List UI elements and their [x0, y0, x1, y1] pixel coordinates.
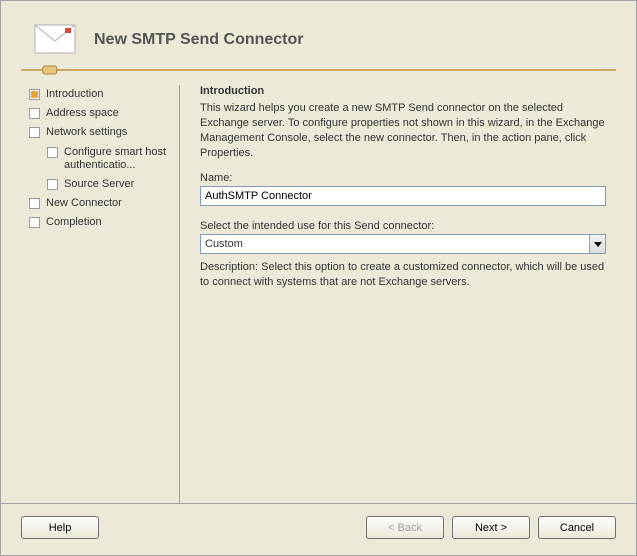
step-label: Network settings	[46, 126, 127, 139]
step-label: Introduction	[46, 88, 103, 101]
name-input[interactable]	[200, 186, 606, 206]
step-label: New Connector	[46, 197, 122, 210]
intro-text: This wizard helps you create a new SMTP …	[200, 101, 606, 160]
description-text: Description: Select this option to creat…	[200, 260, 606, 290]
step-source-server[interactable]: Source Server	[29, 175, 169, 194]
back-button[interactable]: < Back	[366, 516, 444, 539]
step-icon	[29, 217, 40, 228]
step-icon	[29, 108, 40, 119]
wizard-dialog: New SMTP Send Connector Introduction Add…	[0, 0, 637, 556]
step-address-space[interactable]: Address space	[29, 104, 169, 123]
wizard-title: New SMTP Send Connector	[94, 31, 304, 49]
step-new-connector[interactable]: New Connector	[29, 194, 169, 213]
step-configure-smart-host[interactable]: Configure smart host authenticatio...	[29, 143, 169, 175]
wizard-footer: Help < Back Next > Cancel	[1, 503, 636, 555]
step-label: Source Server	[64, 178, 134, 191]
step-introduction[interactable]: Introduction	[29, 85, 169, 104]
next-button[interactable]: Next >	[452, 516, 530, 539]
wizard-content: Introduction This wizard helps you creat…	[190, 85, 616, 503]
step-icon	[47, 179, 58, 190]
content-heading: Introduction	[200, 85, 606, 97]
vertical-divider	[179, 85, 180, 503]
step-active-icon	[29, 89, 40, 100]
cancel-button[interactable]: Cancel	[538, 516, 616, 539]
use-label: Select the intended use for this Send co…	[200, 220, 606, 232]
wizard-body: Introduction Address space Network setti…	[1, 75, 636, 503]
help-button[interactable]: Help	[21, 516, 99, 539]
envelope-icon	[31, 21, 79, 59]
name-label: Name:	[200, 172, 606, 184]
wizard-sidebar: Introduction Address space Network setti…	[29, 85, 169, 503]
use-select-value: Custom	[201, 238, 589, 250]
step-icon	[29, 198, 40, 209]
step-icon	[47, 147, 58, 158]
header-divider	[21, 65, 616, 75]
chevron-down-icon	[589, 235, 605, 253]
step-label: Address space	[46, 107, 119, 120]
step-network-settings[interactable]: Network settings	[29, 123, 169, 142]
use-select[interactable]: Custom	[200, 234, 606, 254]
step-label: Configure smart host authenticatio...	[64, 146, 169, 172]
wizard-header: New SMTP Send Connector	[1, 1, 636, 59]
step-completion[interactable]: Completion	[29, 213, 169, 232]
step-icon	[29, 127, 40, 138]
step-label: Completion	[46, 216, 102, 229]
